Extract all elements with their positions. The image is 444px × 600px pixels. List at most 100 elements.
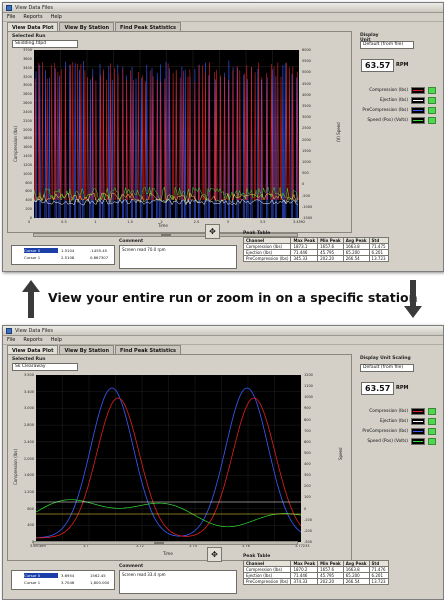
y-tick-label: 3600 xyxy=(23,56,32,61)
cursor-x: 1.5104 xyxy=(61,248,75,253)
comment-field[interactable]: Screen read 70.0 rpm xyxy=(119,245,237,269)
y-tick-label: 800 xyxy=(27,506,34,511)
legend-label: Ejection (lbs) xyxy=(379,419,408,424)
display-scaling-select[interactable]: Default (from file) xyxy=(360,364,414,372)
left-axis-title: Compression (lbs) xyxy=(13,448,18,485)
y2-tick-label: -100 xyxy=(304,517,312,522)
title-bar: View Data Files xyxy=(3,326,443,336)
legend-swatch[interactable] xyxy=(411,418,425,425)
peak-table-cell: 13.723 xyxy=(368,578,389,585)
peak-table-cell: PreCompression (lbs) xyxy=(242,255,292,262)
comment-label: Comment xyxy=(119,564,144,569)
cursor-row[interactable]: Cursor 0 1.5104 -1455.45 xyxy=(24,248,116,253)
legend-item[interactable]: Compression (lbs) xyxy=(358,408,436,415)
y2-tick-label: 3000 xyxy=(302,115,311,120)
legend-swatch[interactable] xyxy=(411,107,425,114)
menu-help[interactable]: Help xyxy=(51,14,62,20)
legend-label: Compression (lbs) xyxy=(369,409,408,414)
peak-table-header: Max Peak xyxy=(290,560,319,567)
y2-tick-label: 400 xyxy=(304,462,311,467)
legend-item[interactable]: PreCompression (lbs) xyxy=(358,428,436,435)
display-scaling-select[interactable]: Default (from file) xyxy=(360,41,414,49)
legend-item[interactable]: Ejection (lbs) xyxy=(358,97,436,104)
menu-reports[interactable]: Reports xyxy=(23,337,42,343)
plot-visible-toggle[interactable] xyxy=(428,408,436,415)
y2-tick-label: 0 xyxy=(302,182,305,187)
view-data-window-bottom: View Data Files File Reports Help View D… xyxy=(2,325,444,600)
scrollbar-thumb[interactable] xyxy=(161,234,171,236)
selected-run-field[interactable]: Skidding.tdpd xyxy=(12,40,78,48)
right-axis-title: (V) Speed xyxy=(336,122,341,142)
selected-run-label: Selected Run xyxy=(12,34,46,39)
cursor-name: Cursor 0 xyxy=(24,573,58,578)
y-tick-label: 1.600 xyxy=(23,473,34,478)
y-tick-label: 2600 xyxy=(23,101,32,106)
zoom-tool-icon[interactable]: ✥ xyxy=(207,547,222,562)
time-scrollbar[interactable] xyxy=(33,541,298,545)
y-tick-label: 3.500 xyxy=(23,373,34,377)
peak-table-cell: 266.54 xyxy=(342,578,370,585)
y2-tick-label: 500 xyxy=(304,450,311,455)
x-axis-title: Time xyxy=(158,223,168,228)
plot-visible-toggle[interactable] xyxy=(428,107,436,114)
peak-table-cell: 202.20 xyxy=(317,578,344,585)
comment-field[interactable]: Screen read 33.4 rpm xyxy=(119,570,237,594)
menu-file[interactable]: File xyxy=(7,337,15,343)
legend-swatch[interactable] xyxy=(411,408,425,415)
y2-tick-label: 3500 xyxy=(302,104,311,108)
menu-reports[interactable]: Reports xyxy=(23,14,42,20)
menu-file[interactable]: File xyxy=(7,14,15,20)
legend-swatch[interactable] xyxy=(411,87,425,94)
legend-label: PreCompression (lbs) xyxy=(362,429,408,434)
plot-visible-toggle[interactable] xyxy=(428,438,436,445)
y2-tick-label: 100 xyxy=(304,495,311,500)
plot-visible-toggle[interactable] xyxy=(428,87,436,94)
legend-swatch[interactable] xyxy=(411,438,425,445)
zoom-tool-icon[interactable]: ✥ xyxy=(205,224,220,239)
legend-item[interactable]: PreCompression (lbs) xyxy=(358,107,436,114)
cursor-name: Cursor 0 xyxy=(24,248,58,253)
rpm-unit: RPM xyxy=(396,62,409,68)
x-axis-title: Time xyxy=(163,551,173,556)
menu-help[interactable]: Help xyxy=(51,337,62,343)
y2-tick-label: 0 xyxy=(304,506,307,511)
y-tick-label: 400 xyxy=(25,198,32,203)
plot-visible-toggle[interactable] xyxy=(428,428,436,435)
y-tick-label: 2.000 xyxy=(23,456,34,461)
plot-visible-toggle[interactable] xyxy=(428,418,436,425)
display-scaling-label: Display Unit Scaling xyxy=(360,356,411,361)
legend-item[interactable]: Compression (lbs) xyxy=(358,87,436,94)
y2-tick-label: 4500 xyxy=(302,81,311,86)
legend-swatch[interactable] xyxy=(411,117,425,124)
y2-tick-label: 2000 xyxy=(302,137,311,142)
plot-visible-toggle[interactable] xyxy=(428,97,436,104)
menu-bar: File Reports Help xyxy=(3,13,443,22)
y2-tick-label: 1000 xyxy=(304,395,313,400)
peak-table-header: Min Peak xyxy=(317,237,344,244)
cursor-row[interactable]: Cursor 1 3.7046 1,800.000 xyxy=(24,580,116,585)
window-title: View Data Files xyxy=(15,327,53,334)
cursor-x: 3.7046 xyxy=(61,580,75,585)
waveform-graph[interactable] xyxy=(34,50,299,218)
y2-tick-label: -200 xyxy=(304,528,312,533)
peak-table-cell: PreCompression (lbs) xyxy=(242,578,292,585)
legend-item[interactable]: Speed (Pos) (Volts) xyxy=(358,438,436,445)
plot-visible-toggle[interactable] xyxy=(428,117,436,124)
cursor-legend: Cursor 0 3.6954 1562.45 Cursor 1 3.7046 1,800… xyxy=(11,570,115,590)
arrow-up-icon xyxy=(22,280,40,318)
legend-swatch[interactable] xyxy=(411,97,425,104)
cursor-row[interactable]: Cursor 0 3.6954 1562.45 xyxy=(24,573,116,578)
scrollbar-thumb[interactable] xyxy=(154,542,164,544)
rpm-readout: 63.57 xyxy=(361,59,395,72)
cursor-row[interactable]: Cursor 1 2.5108 0.867307 xyxy=(24,255,116,260)
legend-item[interactable]: Speed (Pos) (Volts) xyxy=(358,117,436,124)
legend-item[interactable]: Ejection (lbs) xyxy=(358,418,436,425)
app-icon xyxy=(6,4,12,11)
y-tick-label: 2000 xyxy=(23,127,32,132)
selected-run-field[interactable]: Sk Clearaway xyxy=(12,363,78,371)
view-data-window-top: View Data Files File Reports Help View D… xyxy=(2,2,444,272)
zoomed-waveform-graph[interactable] xyxy=(36,375,301,542)
legend-swatch[interactable] xyxy=(411,428,425,435)
peak-table-cell: 71.475 xyxy=(368,243,389,250)
x-tick-label: 0 xyxy=(28,220,31,224)
